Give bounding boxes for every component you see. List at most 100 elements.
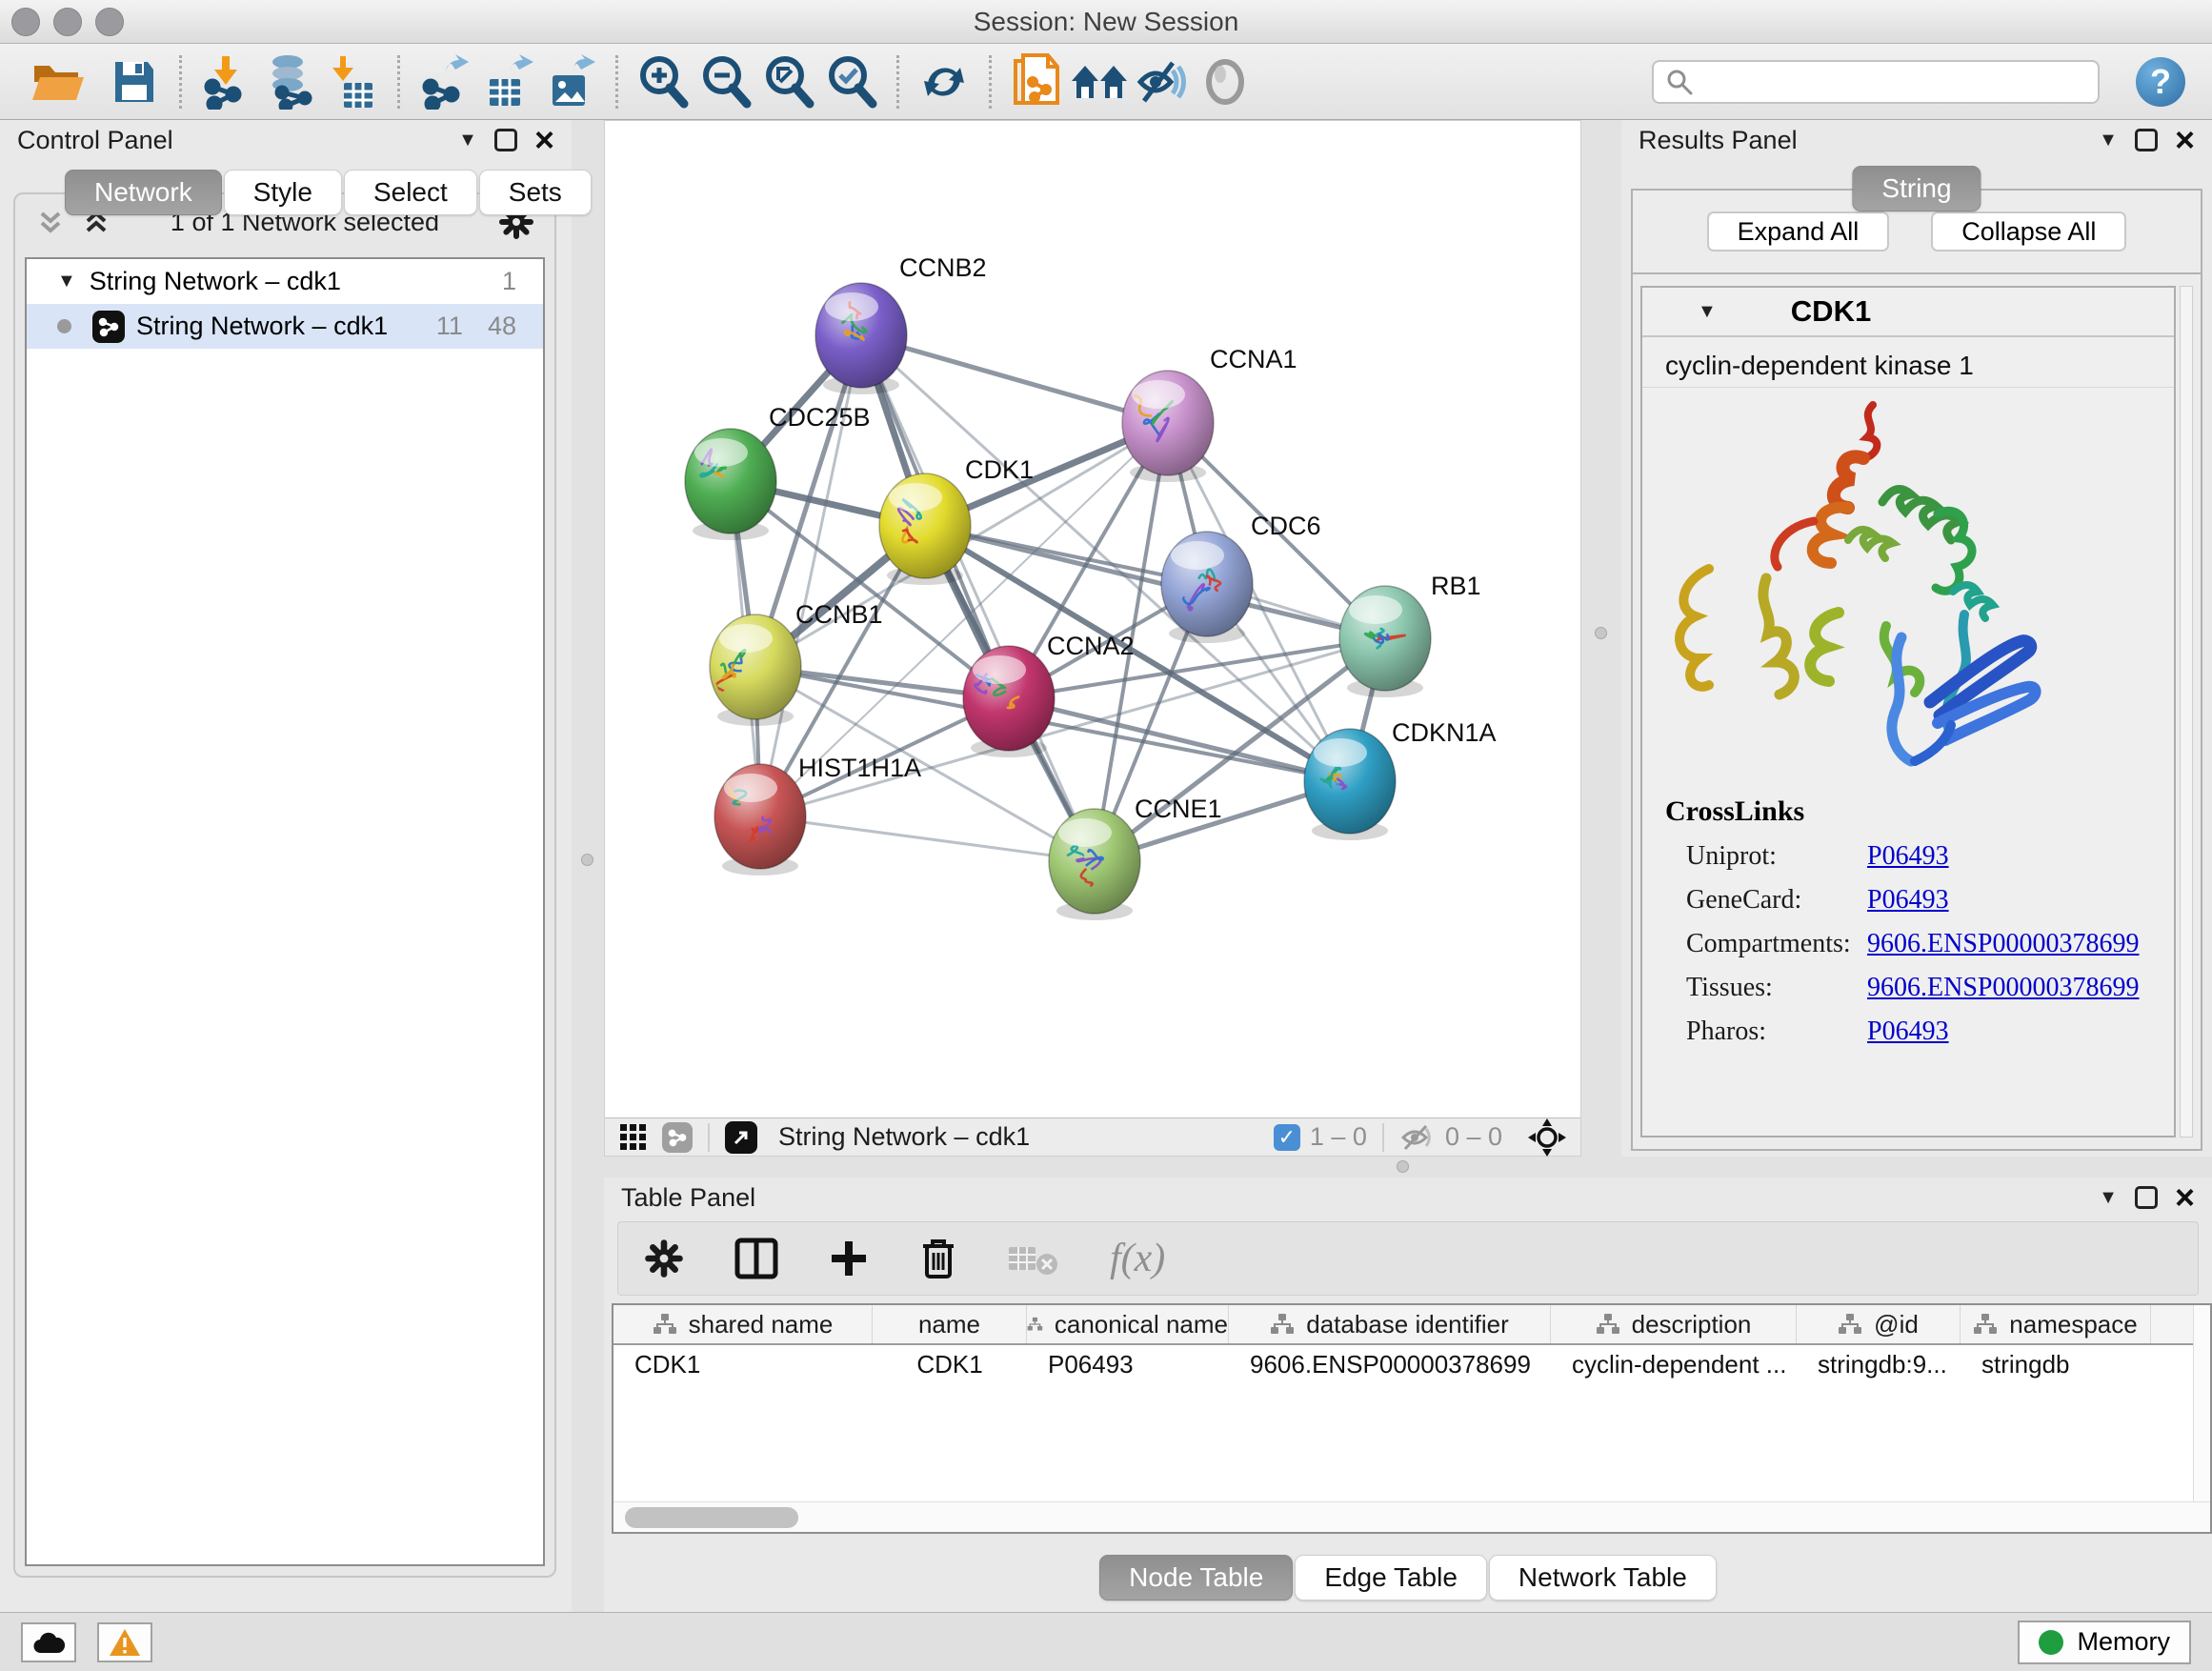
crosslink-link[interactable]: P06493 [1867, 841, 1949, 872]
column-header-canonical-name[interactable]: canonical name [1027, 1305, 1229, 1343]
panel-menu-icon[interactable]: ▼ [458, 130, 477, 151]
eye-button[interactable] [1194, 51, 1257, 112]
tree-expander-icon[interactable]: ▼ [57, 271, 76, 292]
tab-select[interactable]: Select [344, 170, 477, 215]
network-view[interactable]: CCNB2CCNA1CDC25BCDK1CDC6RB1CCNB1CCNA2CDK… [604, 120, 1581, 1157]
column-header--id[interactable]: @id [1797, 1305, 1961, 1343]
gear-icon[interactable] [643, 1238, 685, 1279]
table-cell[interactable]: P06493 [1027, 1345, 1229, 1383]
table-cell[interactable]: 9606.ENSP00000378699 [1229, 1345, 1551, 1383]
zoom-fit-button[interactable] [757, 51, 820, 112]
scrollbar-thumb[interactable] [625, 1507, 798, 1528]
right-splitter[interactable] [1581, 120, 1621, 1157]
panel-menu-icon[interactable]: ▼ [2099, 130, 2118, 151]
column-header-shared-name[interactable]: shared name [613, 1305, 873, 1343]
import-network-button[interactable] [195, 51, 258, 112]
table-row[interactable]: CDK1CDK1P064939606.ENSP00000378699cyclin… [613, 1345, 2210, 1383]
panel-menu-icon[interactable]: ▼ [2099, 1187, 2118, 1209]
table-cell[interactable]: CDK1 [613, 1345, 873, 1383]
expand-all-button[interactable]: Expand All [1707, 211, 1890, 252]
panel-close-icon[interactable]: × [2175, 1186, 2195, 1209]
tab-style[interactable]: Style [224, 170, 342, 215]
grid-icon[interactable] [618, 1122, 649, 1153]
zoom-out-button[interactable] [694, 51, 757, 112]
open-file-button[interactable] [27, 51, 90, 112]
search-input[interactable] [1703, 67, 2086, 96]
panel-close-icon[interactable]: × [2175, 129, 2195, 151]
network-node-RB1[interactable] [1339, 586, 1431, 697]
cloud-button[interactable] [21, 1622, 76, 1662]
export-network-button[interactable] [413, 51, 476, 112]
splitter-grip[interactable] [581, 854, 593, 866]
tab-network-table[interactable]: Network Table [1489, 1555, 1717, 1601]
table-horizontal-scrollbar[interactable] [613, 1501, 2210, 1532]
network-node-CCNB1[interactable] [710, 614, 801, 726]
network-row[interactable]: String Network – cdk1 11 48 [27, 304, 543, 349]
network-edge[interactable] [925, 526, 1385, 638]
help-button[interactable]: ? [2136, 57, 2185, 107]
splitter-grip[interactable] [1397, 1160, 1409, 1173]
table-vertical-scrollbar[interactable] [2193, 1305, 2210, 1501]
table-cell[interactable]: stringdb [1961, 1345, 2151, 1383]
selected-checkbox-icon[interactable]: ✓ [1274, 1124, 1300, 1151]
column-header-namespace[interactable]: namespace [1961, 1305, 2151, 1343]
export-image-button[interactable] [539, 51, 602, 112]
home-button[interactable] [1068, 51, 1131, 112]
detach-view-icon[interactable] [725, 1121, 757, 1154]
panel-float-icon[interactable] [2135, 1186, 2158, 1209]
network-collection-row[interactable]: ▼ String Network – cdk1 1 [27, 259, 543, 304]
results-scrollbar[interactable] [2180, 286, 2193, 1137]
network-edge[interactable] [861, 335, 1095, 861]
panel-float-icon[interactable] [2135, 129, 2158, 151]
network-node-CDKN1A[interactable] [1304, 729, 1396, 840]
network-node-CDC25B[interactable] [685, 429, 776, 540]
panel-float-icon[interactable] [494, 129, 517, 151]
warnings-button[interactable] [97, 1622, 152, 1662]
export-table-button[interactable] [476, 51, 539, 112]
column-header-description[interactable]: description [1551, 1305, 1797, 1343]
search-box[interactable] [1652, 60, 2100, 104]
network-node-CCNE1[interactable] [1049, 809, 1140, 920]
crosslink-link[interactable]: 9606.ENSP00000378699 [1867, 929, 2139, 959]
crosshair-icon[interactable] [1527, 1117, 1567, 1158]
window-zoom-button[interactable] [95, 8, 124, 36]
horizontal-splitter[interactable] [604, 1157, 2212, 1178]
delete-column-icon[interactable] [919, 1237, 957, 1280]
column-header-database-identifier[interactable]: database identifier [1229, 1305, 1551, 1343]
entry-expander-icon[interactable]: ▼ [1698, 301, 1717, 323]
crosslink-link[interactable]: 9606.ENSP00000378699 [1867, 973, 2139, 1003]
table-cell[interactable]: stringdb:9... [1797, 1345, 1961, 1383]
network-canvas[interactable]: CCNB2CCNA1CDC25BCDK1CDC6RB1CCNB1CCNA2CDK… [605, 121, 1580, 1119]
save-session-button[interactable] [103, 51, 166, 112]
tab-node-table[interactable]: Node Table [1099, 1555, 1293, 1601]
import-database-button[interactable] [258, 51, 321, 112]
memory-button[interactable]: Memory [2018, 1621, 2191, 1664]
network-node-CCNA1[interactable] [1122, 371, 1214, 482]
tab-network[interactable]: Network [65, 170, 222, 215]
table-cell[interactable]: cyclin-dependent ... [1551, 1345, 1797, 1383]
crosslink-link[interactable]: P06493 [1867, 1017, 1949, 1047]
tab-edge-table[interactable]: Edge Table [1295, 1555, 1487, 1601]
window-close-button[interactable] [11, 8, 40, 36]
left-splitter[interactable] [572, 120, 604, 1612]
collapse-all-icon[interactable] [34, 206, 67, 238]
import-table-button[interactable] [321, 51, 384, 112]
refresh-button[interactable] [913, 51, 975, 112]
add-column-icon[interactable] [828, 1238, 870, 1279]
zoom-in-button[interactable] [632, 51, 694, 112]
table-cell[interactable]: CDK1 [873, 1345, 1027, 1383]
splitter-grip[interactable] [1595, 627, 1607, 639]
string-document-button[interactable] [1005, 51, 1068, 112]
node-details-header[interactable]: ▼ CDK1 [1642, 288, 2174, 337]
tab-string[interactable]: String [1852, 166, 1981, 211]
share-icon[interactable] [662, 1122, 693, 1153]
tab-sets[interactable]: Sets [479, 170, 592, 215]
collapse-all-button[interactable]: Collapse All [1931, 211, 2126, 252]
window-minimize-button[interactable] [53, 8, 82, 36]
network-node-HIST1H1A[interactable] [714, 764, 806, 876]
hide-glass-button[interactable] [1131, 51, 1194, 112]
network-edge[interactable] [760, 816, 1095, 861]
column-header-name[interactable]: name [873, 1305, 1027, 1343]
network-node-CCNB2[interactable] [815, 283, 907, 394]
hidden-eye-icon[interactable] [1399, 1123, 1436, 1152]
